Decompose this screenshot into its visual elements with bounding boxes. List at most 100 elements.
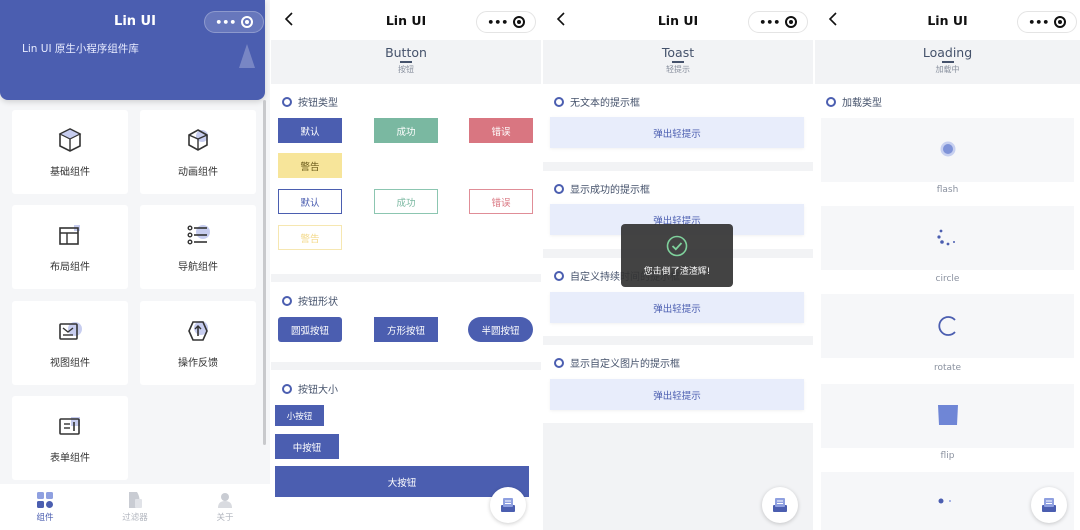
card-view[interactable]: 视图组件 bbox=[12, 301, 128, 385]
tab-filter[interactable]: 过滤器 bbox=[90, 484, 180, 530]
button-outline-success[interactable]: 成功 bbox=[374, 189, 438, 214]
cube-icon bbox=[58, 127, 82, 152]
toast-screen: Lin UI ••• Toast 轻提示 无文本的提示框 弹出轻提示 显示成功的… bbox=[543, 0, 813, 530]
toast-section: 显示自定义图片的提示框 弹出轻提示 bbox=[543, 345, 813, 423]
section-types: 按钮类型 默认 成功 错误 警告 默认 成功 错误 警告 bbox=[271, 84, 541, 274]
page-subtitle: 按钮 bbox=[398, 65, 414, 74]
book-icon bbox=[501, 498, 515, 512]
miniprogram-capsule: ••• bbox=[476, 11, 536, 33]
loading-label: flash bbox=[936, 185, 959, 195]
circle-icon bbox=[554, 183, 564, 194]
app-subtitle: Lin UI 原生小程序组件库 bbox=[22, 43, 139, 55]
tab-bar: 组件 过滤器 关于 bbox=[0, 484, 270, 530]
circle-loader-icon bbox=[937, 229, 955, 246]
card-layout[interactable]: 布局组件 bbox=[12, 205, 128, 289]
circle-icon bbox=[826, 96, 836, 107]
doc-fab-button[interactable] bbox=[762, 487, 798, 523]
feedback-icon bbox=[188, 320, 208, 341]
success-check-icon bbox=[666, 235, 688, 256]
card-label: 导航组件 bbox=[178, 261, 218, 273]
more-icon[interactable]: ••• bbox=[759, 16, 780, 29]
page-subtitle: 轻提示 bbox=[666, 65, 690, 74]
section-title: 按钮形状 bbox=[282, 293, 338, 308]
card-form[interactable]: 表单组件 bbox=[12, 396, 128, 480]
loading-section: 加载类型 flash circle rotate flip bbox=[815, 84, 1080, 530]
miniprogram-capsule: ••• bbox=[748, 11, 808, 33]
circle-icon bbox=[282, 295, 292, 306]
cube-outline-icon bbox=[188, 128, 208, 151]
page-header: Button 按钮 bbox=[271, 40, 541, 80]
show-toast-button[interactable]: 弹出轻提示 bbox=[550, 292, 804, 323]
show-toast-button[interactable]: 弹出轻提示 bbox=[550, 379, 804, 410]
tab-label: 过滤器 bbox=[122, 513, 148, 523]
card-feedback[interactable]: 操作反馈 bbox=[140, 301, 256, 385]
about-icon bbox=[218, 493, 232, 508]
page-title: Toast bbox=[661, 45, 695, 60]
circle-icon bbox=[554, 357, 564, 368]
filter-icon bbox=[129, 492, 142, 508]
button-outline-warning[interactable]: 警告 bbox=[278, 225, 342, 250]
page-header: Toast 轻提示 bbox=[543, 40, 813, 80]
tab-label: 组件 bbox=[36, 513, 54, 523]
circle-icon bbox=[554, 96, 564, 107]
button-semicircle[interactable]: 半圆按钮 bbox=[468, 317, 533, 342]
circle-icon bbox=[554, 270, 564, 281]
decoration-icon bbox=[239, 44, 255, 68]
title-underline bbox=[941, 61, 954, 63]
section-shapes: 按钮形状 圆弧按钮 方形按钮 半圆按钮 bbox=[271, 282, 541, 362]
section-label: 按钮形状 bbox=[298, 297, 338, 308]
doc-fab-button[interactable] bbox=[490, 487, 526, 523]
close-miniprogram-icon[interactable] bbox=[512, 16, 525, 28]
tab-components[interactable]: 组件 bbox=[0, 484, 90, 530]
tab-about[interactable]: 关于 bbox=[180, 484, 270, 530]
bounce-loader-icon bbox=[938, 498, 951, 504]
section-title: 显示成功的提示框 bbox=[554, 181, 650, 196]
doc-fab-button[interactable] bbox=[1031, 487, 1067, 523]
close-miniprogram-icon[interactable] bbox=[784, 16, 797, 28]
form-icon bbox=[59, 416, 80, 435]
button-square[interactable]: 方形按钮 bbox=[374, 317, 438, 342]
show-toast-button[interactable]: 弹出轻提示 bbox=[550, 117, 804, 148]
button-small[interactable]: 小按钮 bbox=[275, 405, 324, 426]
more-icon[interactable]: ••• bbox=[487, 16, 508, 29]
card-navigation[interactable]: 导航组件 bbox=[140, 205, 256, 289]
button-medium[interactable]: 中按钮 bbox=[275, 434, 339, 459]
section-label: 显示自定义图片的提示框 bbox=[570, 359, 680, 370]
nav-bar: Lin UI ••• bbox=[543, 0, 813, 40]
section-title: 加载类型 bbox=[826, 94, 882, 109]
more-icon[interactable]: ••• bbox=[215, 16, 236, 29]
button-round[interactable]: 圆弧按钮 bbox=[278, 317, 342, 342]
card-label: 操作反馈 bbox=[178, 357, 218, 369]
more-icon[interactable]: ••• bbox=[1028, 16, 1049, 29]
button-outline-default[interactable]: 默认 bbox=[278, 189, 342, 214]
button-large[interactable]: 大按钮 bbox=[275, 466, 529, 497]
button-outline-error[interactable]: 错误 bbox=[469, 189, 533, 214]
card-basic[interactable]: 基础组件 bbox=[12, 110, 128, 194]
section-title: 按钮类型 bbox=[282, 94, 338, 109]
loading-flash-box bbox=[821, 118, 1074, 182]
nav-bar: Lin UI ••• bbox=[815, 0, 1080, 40]
toast-section: 无文本的提示框 弹出轻提示 bbox=[543, 84, 813, 162]
section-title: 显示自定义图片的提示框 bbox=[554, 355, 680, 370]
close-miniprogram-icon[interactable] bbox=[240, 16, 253, 28]
flip-loader-icon bbox=[938, 405, 958, 425]
section-label: 显示成功的提示框 bbox=[570, 185, 650, 196]
loading-label: rotate bbox=[933, 363, 962, 373]
scrollbar[interactable] bbox=[263, 100, 266, 445]
title-underline bbox=[672, 61, 684, 63]
section-label: 无文本的提示框 bbox=[570, 98, 640, 109]
close-miniprogram-icon[interactable] bbox=[1053, 16, 1066, 28]
button-fill-success[interactable]: 成功 bbox=[374, 118, 438, 143]
title-underline bbox=[400, 61, 412, 63]
button-fill-error[interactable]: 错误 bbox=[469, 118, 533, 143]
miniprogram-capsule: ••• bbox=[204, 11, 264, 33]
list-icon bbox=[187, 224, 210, 245]
page-title: Loading bbox=[922, 45, 973, 60]
card-label: 动画组件 bbox=[178, 166, 218, 178]
loading-label: circle bbox=[935, 274, 960, 284]
card-animation[interactable]: 动画组件 bbox=[140, 110, 256, 194]
miniprogram-capsule: ••• bbox=[1017, 11, 1077, 33]
rotate-loader-icon bbox=[938, 316, 956, 336]
button-fill-warning[interactable]: 警告 bbox=[278, 153, 342, 178]
button-fill-default[interactable]: 默认 bbox=[278, 118, 342, 143]
